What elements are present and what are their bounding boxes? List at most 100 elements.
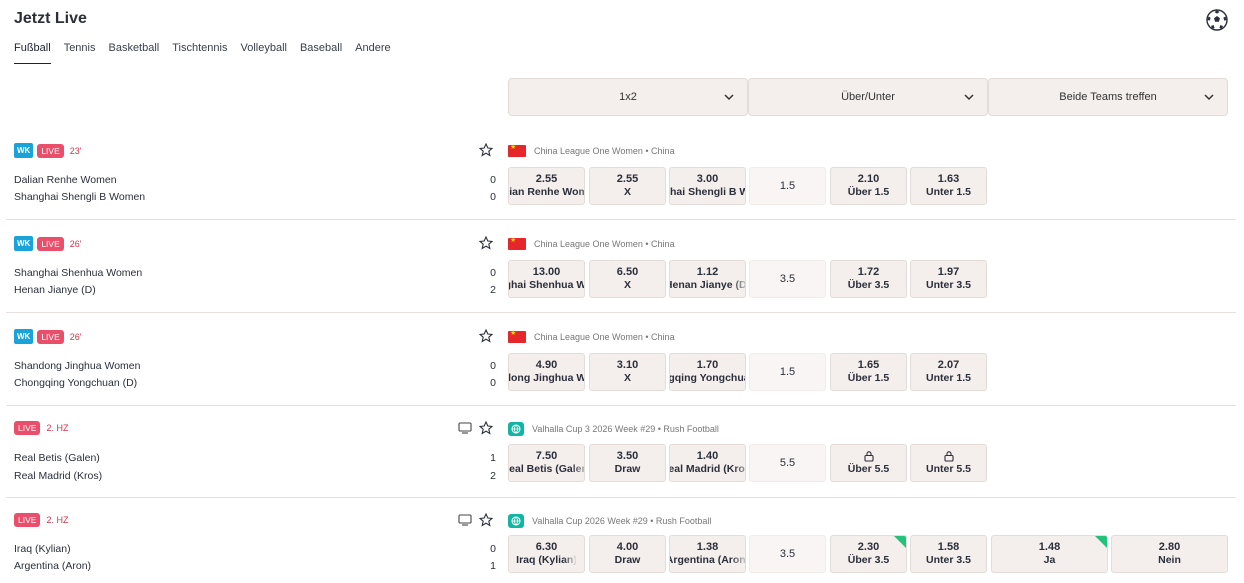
match-row[interactable]: WK LIVE 23' China League One Women • Chi… <box>6 135 1236 220</box>
odds-button-over[interactable]: 1.65 Über 1.5 <box>830 353 907 391</box>
odds-button-home[interactable]: 7.50 Real Betis (Galen) <box>508 444 585 482</box>
live-badge: LIVE <box>37 236 64 251</box>
odds-button-draw[interactable]: 4.00 Draw <box>589 535 666 573</box>
odds-button-over-locked[interactable]: Über 5.5 <box>830 444 907 482</box>
odds-value: 4.00 <box>616 541 639 553</box>
odds-button-btts-no[interactable]: 2.80 Nein <box>1111 535 1228 573</box>
odds-label: Unter 5.5 <box>926 463 971 475</box>
league-name: China League One Women • China <box>534 146 675 156</box>
odds-button-home[interactable]: 6.30 Iraq (Kylian) <box>508 535 585 573</box>
odds-value: 2.55 <box>535 173 558 185</box>
odds-button-btts-yes[interactable]: 1.48 Ja <box>991 535 1108 573</box>
league-info: Valhalla Cup 3 2026 Week #29 • Rush Foot… <box>508 422 719 436</box>
odds-button-over[interactable]: 1.72 Über 3.5 <box>830 260 907 298</box>
odds-button-draw[interactable]: 2.55 X <box>589 167 666 205</box>
odds-button-draw[interactable]: 3.50 Draw <box>589 444 666 482</box>
tv-icon[interactable] <box>458 422 472 434</box>
odds-value: 1.38 <box>696 541 719 553</box>
odds-value: 13.00 <box>532 266 561 278</box>
odds-label: Iraq (Kylian) <box>516 554 577 566</box>
total-line: 3.5 <box>749 260 826 298</box>
star-icon[interactable] <box>479 329 493 343</box>
odds-label: Shandong Jinghua Women <box>509 372 584 384</box>
total-line: 3.5 <box>749 535 826 573</box>
match-row[interactable]: LIVE 2. HZ Valhalla Cup 3 2026 Week #29 … <box>6 406 1236 498</box>
line-value: 3.5 <box>779 272 796 285</box>
tab-fussball[interactable]: Fußball <box>14 42 51 64</box>
tab-tischtennis[interactable]: Tischtennis <box>172 42 227 64</box>
odds-label: Ja <box>1043 554 1056 566</box>
soccer-ball-icon[interactable] <box>1206 9 1228 31</box>
match-time: 2. HZ <box>46 515 69 525</box>
odds-button-draw[interactable]: 3.10 X <box>589 353 666 391</box>
odds-value: 4.90 <box>535 359 558 371</box>
star-icon[interactable] <box>479 421 493 435</box>
league-info: China League One Women • China <box>508 236 675 250</box>
tab-tennis[interactable]: Tennis <box>64 42 96 64</box>
odds-label: Unter 1.5 <box>926 186 971 198</box>
star-icon[interactable] <box>479 236 493 250</box>
market-select-btts[interactable]: Beide Teams treffen <box>988 78 1228 116</box>
odds-value: 7.50 <box>535 450 558 462</box>
market-select-label: Beide Teams treffen <box>1059 91 1157 103</box>
star-icon[interactable] <box>479 143 493 157</box>
odds-value: 2.10 <box>857 173 880 185</box>
tab-baseball[interactable]: Baseball <box>300 42 342 64</box>
odds-button-home[interactable]: 4.90 Shandong Jinghua Women <box>508 353 585 391</box>
odds-button-under[interactable]: 1.58 Unter 3.5 <box>910 535 987 573</box>
odds-button-draw[interactable]: 6.50 X <box>589 260 666 298</box>
odds-button-over[interactable]: 2.30 Über 3.5 <box>830 535 907 573</box>
globe-icon <box>508 422 524 436</box>
match-row[interactable]: LIVE 2. HZ Valhalla Cup 2026 Week #29 • … <box>6 498 1236 583</box>
odds-button-away[interactable]: 1.12 Henan Jianye (D) <box>669 260 746 298</box>
odds-value: 3.00 <box>696 173 719 185</box>
match-time: 26' <box>69 331 82 342</box>
tab-andere[interactable]: Andere <box>355 42 390 64</box>
odds-button-under[interactable]: 1.97 Unter 3.5 <box>910 260 987 298</box>
odds-label: Dalian Renhe Women <box>509 186 584 198</box>
page-title: Jetzt Live <box>14 10 87 27</box>
star-icon[interactable] <box>479 513 493 527</box>
home-score: 0 <box>490 174 496 186</box>
odds-button-away[interactable]: 3.00 Shanghai Shengli B Women <box>669 167 746 205</box>
lock-icon <box>863 451 874 462</box>
odds-button-under[interactable]: 2.07 Unter 1.5 <box>910 353 987 391</box>
line-value: 5.5 <box>779 456 796 469</box>
odds-label: Shanghai Shenhua Women <box>509 279 584 291</box>
wk-badge: WK <box>14 143 34 158</box>
odds-button-over[interactable]: 2.10 Über 1.5 <box>830 167 907 205</box>
match-row[interactable]: WK LIVE 26' China League One Women • Chi… <box>6 220 1236 313</box>
globe-icon <box>508 514 524 528</box>
odds-value: 1.40 <box>696 450 719 462</box>
league-info: China League One Women • China <box>508 143 675 157</box>
odds-label: Draw <box>614 463 641 475</box>
away-score: 2 <box>490 284 496 296</box>
odds-label: Über 5.5 <box>847 463 890 475</box>
odds-button-under[interactable]: 1.63 Unter 1.5 <box>910 167 987 205</box>
odds-button-under-locked[interactable]: Unter 5.5 <box>910 444 987 482</box>
odds-button-home[interactable]: 13.00 Shanghai Shenhua Women <box>508 260 585 298</box>
odds-label: Über 3.5 <box>847 554 890 566</box>
odds-button-away[interactable]: 1.40 Real Madrid (Kros) <box>669 444 746 482</box>
away-team: Henan Jianye (D) <box>14 284 96 296</box>
total-line: 1.5 <box>749 167 826 205</box>
away-team: Argentina (Aron) <box>14 560 92 572</box>
lock-icon <box>943 451 954 462</box>
tab-basketball[interactable]: Basketball <box>108 42 159 64</box>
match-row[interactable]: WK LIVE 26' China League One Women • Chi… <box>6 313 1236 406</box>
home-team: Real Betis (Galen) <box>14 452 100 464</box>
match-status: LIVE 2. HZ <box>14 421 68 435</box>
odds-value: 1.63 <box>937 173 960 185</box>
league-name: China League One Women • China <box>534 239 675 249</box>
tv-icon[interactable] <box>458 514 472 526</box>
home-score: 1 <box>490 452 496 464</box>
tab-volleyball[interactable]: Volleyball <box>240 42 286 64</box>
live-badge: LIVE <box>37 329 64 344</box>
boost-corner-marker <box>1095 536 1107 548</box>
wk-badge: WK <box>14 329 34 344</box>
odds-button-away[interactable]: 1.38 Argentina (Aron) <box>669 535 746 573</box>
odds-button-away[interactable]: 1.70 Chongqing Yongchuan (D) <box>669 353 746 391</box>
odds-button-home[interactable]: 2.55 Dalian Renhe Women <box>508 167 585 205</box>
market-select-1x2[interactable]: 1x2 <box>508 78 748 116</box>
market-select-over-under[interactable]: Über/Unter <box>748 78 988 116</box>
